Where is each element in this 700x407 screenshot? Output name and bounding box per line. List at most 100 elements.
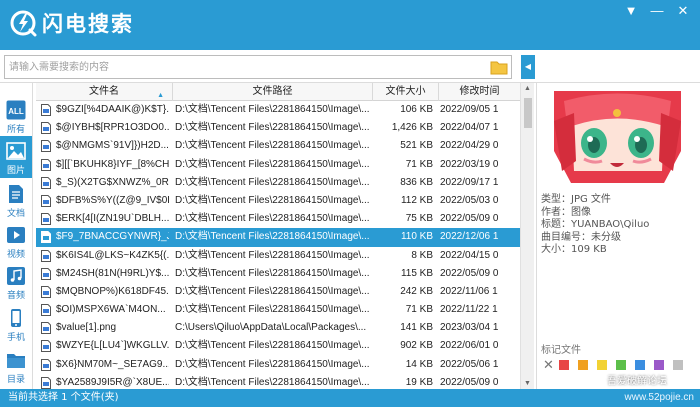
table-row[interactable]: $][[`BKUHK8}IYF_[8%CH... D:\文档\Tencent Fi… [36, 156, 520, 174]
mark-color-swatch[interactable] [597, 360, 607, 370]
meta-track-number: 曲目编号：未分级 [541, 231, 621, 243]
mark-color-swatch[interactable] [654, 360, 664, 370]
mark-file-label: 标记文件 [541, 345, 581, 356]
file-size: 19 KB [405, 376, 433, 388]
sidebar-item-documents[interactable]: 文档 [0, 179, 32, 221]
scrollbar-thumb[interactable] [524, 98, 532, 128]
sidebar-item-images[interactable]: 图片 [0, 136, 32, 178]
file-image-icon [41, 158, 51, 171]
file-image-icon [41, 194, 51, 207]
file-name: $MQBNOP%)K618DF45... [56, 285, 169, 297]
search-box [4, 55, 512, 79]
mark-color-swatch[interactable] [578, 360, 588, 370]
meta-title: 标题：YUANBAO\Qiluo [541, 219, 650, 230]
table-row[interactable]: $ERK[4[I(ZN19U`DBLH... D:\文档\Tencent File… [36, 210, 520, 228]
file-modified-date: 2023/03/04 1 [440, 322, 499, 334]
file-modified-date: 2022/04/15 0 [440, 249, 499, 261]
scroll-up-icon[interactable]: ▲ [524, 85, 531, 92]
details-panel: 类型：JPG 文件 作者：图像 标题：YUANBAO\Qiluo 曲目编号：未分… [536, 83, 700, 389]
mark-color-swatch[interactable] [635, 360, 645, 370]
phone-icon [11, 309, 21, 327]
table-row[interactable]: $@IYBH$[RPR1O3DO0... D:\文档\Tencent Files\… [36, 119, 520, 137]
sidebar-item-label: 图片 [6, 166, 25, 176]
mark-color-swatch[interactable] [559, 360, 569, 370]
selection-status: 当前共选择 1 个文件(夹) [8, 392, 119, 403]
search-bar: ◀ [0, 50, 700, 83]
file-modified-date: 2022/05/09 0 [440, 376, 499, 388]
table-row[interactable]: $9GZI[%4DAAIK@)K$T}... D:\文档\Tencent File… [36, 101, 520, 119]
file-image-icon [41, 176, 51, 189]
file-name: $K6IS4L@LKS~K4ZK5{(... [56, 249, 169, 261]
sidebar-item-folders[interactable]: 目录 [0, 345, 32, 387]
column-header-size[interactable]: 文件大小 [373, 83, 439, 101]
close-button[interactable]: ✕ [672, 2, 694, 20]
file-path: D:\文档\Tencent Files\2281864150\Image\... [175, 340, 370, 352]
sidebar-item-label: 目录 [6, 375, 25, 385]
table-row[interactable]: $value[1].png C:\Users\Qiluo\AppData\Loca… [36, 319, 520, 337]
table-row[interactable]: $M24SH(81N(H9RL)Y$... D:\文档\Tencent Files… [36, 265, 520, 283]
table-row[interactable]: $F9_7BNACCGYNWR}_J... D:\文档\Tencent Files… [36, 228, 520, 247]
file-name: $9GZI[%4DAAIK@)K$T}... [56, 104, 169, 115]
clear-mark-icon[interactable]: ✕ [543, 357, 554, 373]
mark-color-swatch[interactable] [616, 360, 626, 370]
meta-author: 作者：图像 [541, 206, 591, 218]
table-row[interactable]: $OI)MSPX6WA`M4ON... D:\文档\Tencent Files\2… [36, 301, 520, 319]
file-path: D:\文档\Tencent Files\2281864150\Image\... [175, 194, 370, 206]
mark-color-swatch[interactable] [673, 360, 683, 370]
table-row[interactable]: $MQBNOP%)K618DF45... D:\文档\Tencent Files\… [36, 283, 520, 301]
sidebar-item-phone[interactable]: 手机 [0, 303, 32, 345]
file-modified-date: 2022/11/06 1 [440, 285, 498, 297]
image-icon [6, 142, 26, 160]
sidebar-item-all[interactable]: ALL 所有 [0, 95, 32, 137]
file-name: $X6}NM70M~_SE7AG9... [56, 358, 169, 370]
watermark-forum: 吾爱破解论坛 [607, 376, 667, 387]
table-row[interactable]: $K6IS4L@LKS~K4ZK5{(... D:\文档\Tencent File… [36, 247, 520, 265]
minimize-button[interactable]: — [646, 2, 668, 20]
app-logo-icon [10, 10, 37, 37]
table-row[interactable]: $@NMGMS`91V]})H2D... D:\文档\Tencent Files\… [36, 137, 520, 155]
file-name: $_S)(X2TG$XNWZ%_0R(... [56, 176, 169, 188]
file-name: $WZYE{L[LU4`]WKGLLV... [56, 340, 169, 352]
column-header-path[interactable]: 文件路径 [173, 83, 373, 101]
table-row[interactable]: $DFB%S%Y((Z@9_IV$0F... D:\文档\Tencent File… [36, 192, 520, 210]
file-image-icon [41, 122, 51, 135]
file-path: D:\文档\Tencent Files\2281864150\Image\... [175, 249, 370, 261]
file-path: D:\文档\Tencent Files\2281864150\Image\... [175, 285, 370, 297]
menu-dropdown-icon[interactable]: ▼ [620, 2, 642, 20]
file-size: 106 KB [400, 104, 433, 115]
file-image-icon [41, 249, 51, 262]
file-image-icon [41, 285, 51, 298]
file-path: D:\文档\Tencent Files\2281864150\Image\... [175, 176, 370, 188]
search-input[interactable] [5, 56, 475, 78]
sidebar-item-label: 手机 [6, 333, 25, 343]
file-image-icon [41, 376, 51, 389]
file-image-icon [41, 358, 51, 371]
sidebar-item-video[interactable]: 视频 [0, 220, 32, 262]
image-preview [554, 91, 681, 183]
file-modified-date: 2022/11/22 1 [440, 304, 498, 316]
sidebar-item-label: 视频 [6, 250, 25, 260]
collapse-panel-button[interactable]: ◀ [521, 55, 535, 79]
table-row[interactable]: $YA2589J9I5R@`X8UE... D:\文档\Tencent Files… [36, 374, 520, 389]
folder-icon[interactable] [490, 59, 508, 75]
file-name: $@NMGMS`91V]})H2D... [56, 140, 169, 152]
app-title: 闪电搜索 [42, 12, 134, 36]
watermark-url: www.52pojie.cn [624, 392, 694, 403]
file-path: D:\文档\Tencent Files\2281864150\Image\... [175, 304, 370, 316]
sidebar-item-audio[interactable]: 音频 [0, 261, 32, 303]
file-image-icon [41, 140, 51, 153]
column-header-filename[interactable]: 文件名 ▲ [36, 83, 173, 101]
column-header-date[interactable]: 修改时间 [439, 83, 520, 101]
vertical-scrollbar[interactable]: ▲ ▼ [520, 83, 534, 389]
meta-size: 大小：109 KB [541, 244, 607, 255]
table-row[interactable]: $WZYE{L[LU4`]WKGLLV... D:\文档\Tencent File… [36, 337, 520, 355]
sidebar-item-label: 文档 [6, 209, 25, 219]
file-name: $OI)MSPX6WA`M4ON... [56, 304, 166, 316]
file-image-icon [41, 213, 51, 226]
folder-icon [7, 354, 25, 368]
file-image-icon [41, 231, 51, 244]
table-row[interactable]: $_S)(X2TG$XNWZ%_0R(... D:\文档\Tencent File… [36, 174, 520, 192]
file-path: C:\Users\Qiluo\AppData\Local\Packages\..… [175, 322, 367, 334]
table-row[interactable]: $X6}NM70M~_SE7AG9... D:\文档\Tencent Files\… [36, 356, 520, 374]
scroll-down-icon[interactable]: ▼ [524, 380, 531, 387]
